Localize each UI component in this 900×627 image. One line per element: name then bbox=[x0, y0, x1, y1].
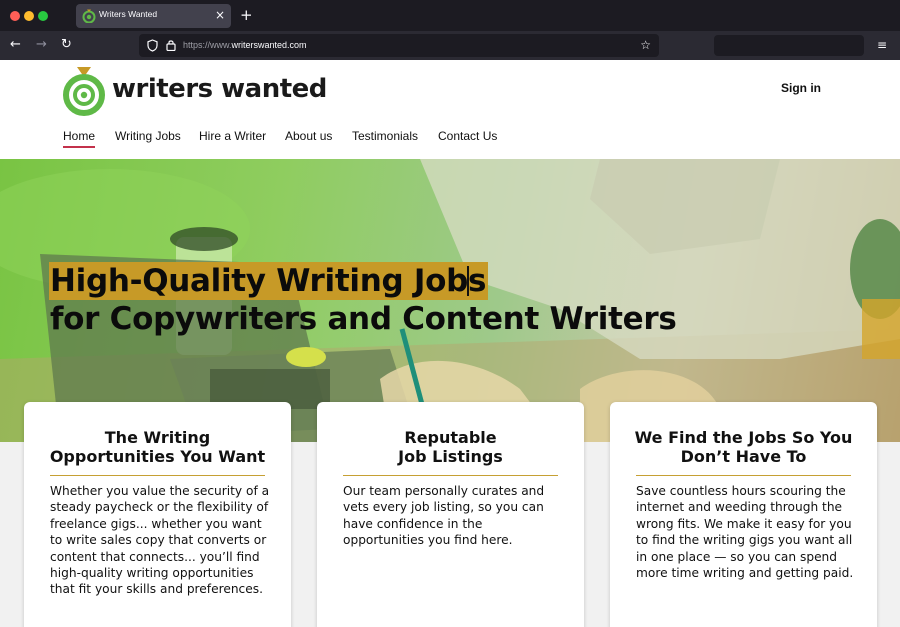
typing-cursor bbox=[467, 266, 469, 296]
card-title-line2: Job Listings bbox=[398, 447, 503, 466]
favicon-icon bbox=[82, 9, 96, 23]
feature-card-listings: Reputable Job Listings Our team personal… bbox=[317, 402, 584, 627]
menu-icon[interactable]: ≡ bbox=[877, 37, 887, 53]
card-title-line1: The Writing bbox=[104, 428, 211, 447]
lock-icon[interactable] bbox=[166, 39, 176, 51]
url-domain: writerswanted.com bbox=[231, 40, 307, 50]
card-divider bbox=[50, 475, 265, 476]
nav-item-home[interactable]: Home bbox=[63, 129, 96, 148]
feature-card-opportunities: The Writing Opportunities You Want Wheth… bbox=[24, 402, 291, 627]
nav-item-contact-us[interactable]: Contact Us bbox=[438, 129, 497, 143]
tab-title: Writers Wanted bbox=[99, 9, 158, 19]
search-bar[interactable] bbox=[714, 35, 864, 56]
nav-item-writing-jobs[interactable]: Writing Jobs bbox=[115, 129, 181, 143]
nav-item-about-us[interactable]: About us bbox=[285, 129, 332, 143]
card-title-line2: Opportunities You Want bbox=[49, 447, 266, 466]
maximize-window-button[interactable] bbox=[38, 11, 48, 21]
logo-target-icon[interactable] bbox=[62, 66, 106, 116]
card-title-line1: Reputable bbox=[404, 428, 497, 447]
sign-in-link[interactable]: Sign in bbox=[781, 81, 821, 95]
card-divider bbox=[636, 475, 851, 476]
reload-button[interactable]: ↻ bbox=[61, 37, 72, 53]
nav-item-hire-a-writer[interactable]: Hire a Writer bbox=[199, 129, 266, 143]
card-body: Our team personally curates and vets eve… bbox=[343, 484, 545, 548]
card-title: Reputable Job Listings bbox=[337, 428, 564, 466]
logo-wordmark[interactable]: writers wanted bbox=[112, 74, 327, 104]
site-header: writers wanted Sign in Home Writing Jobs… bbox=[0, 60, 900, 159]
forward-button[interactable]: → bbox=[36, 37, 47, 53]
browser-toolbar: ← → ↻ https://www.writerswanted.com ☆ ≡ bbox=[0, 31, 900, 60]
card-title: The Writing Opportunities You Want bbox=[44, 428, 271, 466]
bookmark-star-icon[interactable]: ☆ bbox=[640, 37, 651, 53]
hero-headline-line1: High-Quality Writing Jobs bbox=[49, 262, 489, 300]
card-divider bbox=[343, 475, 558, 476]
card-title-line1: We Find the Jobs So You bbox=[634, 428, 853, 447]
card-title: We Find the Jobs So You Don’t Have To bbox=[630, 428, 857, 466]
nav-item-testimonials[interactable]: Testimonials bbox=[352, 129, 418, 143]
new-tab-button[interactable]: + bbox=[240, 6, 253, 24]
browser-tab[interactable]: Writers Wanted × bbox=[76, 4, 231, 28]
url-text: https://www.writerswanted.com bbox=[183, 40, 307, 50]
hero-headline-text: High-Quality Writing Jobs bbox=[50, 263, 487, 299]
close-window-button[interactable] bbox=[10, 11, 20, 21]
card-body: Whether you value the security of a stea… bbox=[50, 484, 270, 597]
minimize-window-button[interactable] bbox=[24, 11, 34, 21]
feature-card-we-find-jobs: We Find the Jobs So You Don’t Have To Sa… bbox=[610, 402, 877, 627]
hero-headline-line2: for Copywriters and Content Writers bbox=[50, 301, 677, 337]
card-body: Save countless hours scouring the intern… bbox=[636, 484, 854, 581]
shield-icon[interactable] bbox=[147, 39, 158, 52]
card-title-line2: Don’t Have To bbox=[680, 447, 807, 466]
address-bar[interactable]: https://www.writerswanted.com ☆ bbox=[139, 34, 659, 57]
close-tab-icon[interactable]: × bbox=[215, 7, 225, 23]
back-button[interactable]: ← bbox=[10, 37, 21, 53]
browser-titlebar: Writers Wanted × + bbox=[0, 0, 900, 31]
url-scheme: https://www. bbox=[183, 40, 232, 50]
